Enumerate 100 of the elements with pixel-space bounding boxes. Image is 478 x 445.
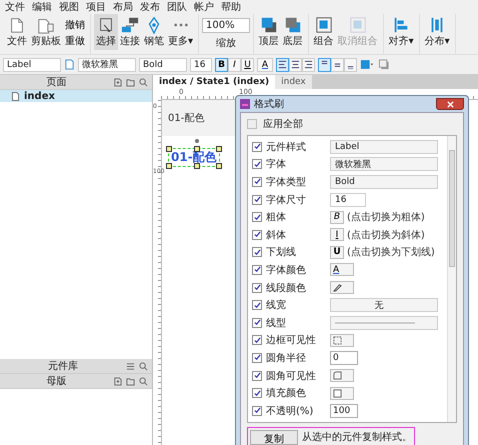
checkbox[interactable]	[247, 119, 257, 129]
font-size-dropdown[interactable]: 16	[330, 192, 366, 207]
menu-item[interactable]: 帮助	[219, 0, 243, 14]
align-button[interactable]	[289, 58, 302, 72]
toolbar-button[interactable]: 分布▾	[422, 14, 452, 50]
resize-handle[interactable]	[194, 163, 200, 169]
toolbar-button[interactable]: 底层	[280, 14, 305, 50]
checkbox[interactable]	[252, 194, 262, 205]
font-weight-dropdown[interactable]: Bold	[139, 58, 187, 72]
toolbar-button[interactable]: 对齐▾	[386, 14, 416, 50]
toolbar-button[interactable]: 更多▾	[166, 14, 196, 50]
menu-item[interactable]: 视图	[57, 0, 81, 14]
property-dropdown[interactable]: Label	[330, 140, 438, 154]
menu-item[interactable]: 布局	[111, 0, 135, 14]
add-master-icon[interactable]	[113, 376, 122, 386]
resize-handle[interactable]	[194, 146, 200, 152]
font-color-picker[interactable]: A	[330, 263, 354, 276]
rotate-handle[interactable]	[195, 139, 199, 143]
close-button[interactable]	[436, 98, 464, 110]
clipboard-icon	[38, 19, 54, 34]
menu-icon[interactable]	[126, 362, 135, 370]
toolbar-button[interactable]: 连接	[118, 14, 142, 50]
scrollbar[interactable]	[447, 136, 456, 422]
text-style-button[interactable]: I	[228, 58, 241, 72]
toolbar-button[interactable]: 组合	[312, 14, 336, 50]
line-color-picker[interactable]	[330, 281, 354, 294]
font-size-dropdown[interactable]: 16	[190, 58, 212, 72]
style-dropdown[interactable]: Label	[3, 58, 61, 72]
resize-handle[interactable]	[216, 163, 222, 169]
checkbox[interactable]	[252, 176, 262, 187]
border-picker[interactable]	[330, 334, 354, 347]
checkbox[interactable]	[252, 370, 262, 381]
checkbox[interactable]	[252, 230, 262, 240]
checkbox[interactable]	[252, 388, 262, 398]
checkbox[interactable]	[252, 282, 262, 293]
valign-button[interactable]	[318, 58, 331, 72]
checkbox[interactable]	[252, 406, 262, 416]
resize-handle[interactable]	[216, 146, 222, 152]
checkbox[interactable]	[252, 159, 262, 170]
menu-item[interactable]: 文件	[3, 0, 27, 14]
selected-label[interactable]: 01-配色	[171, 150, 217, 164]
toggle-button[interactable]: U	[330, 246, 344, 259]
canvas-tab[interactable]: index	[275, 75, 312, 89]
property-dropdown[interactable]: 微软雅黑	[330, 157, 438, 172]
fill-color-picker[interactable]	[330, 386, 354, 400]
toggle-hint: (点击切换为粗体)	[347, 210, 425, 224]
toolbar-button[interactable]: 顶层	[256, 14, 281, 50]
canvas-tab[interactable]: index / State1 (index)	[153, 75, 276, 89]
history-button[interactable]: 撤销	[63, 18, 87, 32]
history-button[interactable]: 重做	[63, 34, 87, 48]
copy-button[interactable]: 复制	[250, 430, 298, 444]
pen-icon	[148, 16, 160, 34]
checkbox[interactable]	[252, 318, 262, 328]
menu-item[interactable]: 团队	[165, 0, 189, 14]
toolbar-button[interactable]: 选择	[94, 14, 118, 50]
toggle-hint: (点击切换为下划线)	[347, 246, 435, 260]
checkbox-label: 应用全部	[263, 118, 304, 131]
corner-picker[interactable]	[330, 369, 354, 382]
checkbox[interactable]	[252, 300, 262, 310]
align-button[interactable]	[302, 58, 315, 72]
checkbox[interactable]	[252, 212, 262, 222]
menu-item[interactable]: 发布	[138, 0, 162, 14]
text-style-button[interactable]: B	[215, 58, 228, 72]
checkbox[interactable]	[252, 247, 262, 258]
resize-handle[interactable]	[166, 163, 172, 169]
toolbar-button[interactable]: 剪贴板	[29, 14, 63, 50]
menu-item[interactable]: 编辑	[30, 0, 54, 14]
checkbox[interactable]	[252, 264, 262, 275]
search-icon[interactable]	[139, 362, 148, 370]
checkbox[interactable]	[252, 335, 262, 346]
folder-icon[interactable]	[126, 78, 135, 86]
menu-item[interactable]: 项目	[84, 0, 108, 14]
number-field[interactable]: 0	[330, 350, 358, 365]
search-icon[interactable]	[139, 78, 148, 86]
valign-button[interactable]	[331, 58, 344, 72]
font-color-button[interactable]: A	[257, 58, 273, 72]
search-icon[interactable]	[139, 376, 148, 386]
font-dropdown[interactable]: 微软雅黑	[78, 58, 136, 72]
property-dropdown[interactable]: 无	[330, 298, 438, 312]
valign-button[interactable]	[344, 58, 357, 72]
align-button[interactable]	[276, 58, 289, 72]
text-style-button[interactable]: U	[241, 58, 254, 72]
number-field[interactable]: 100	[330, 404, 358, 418]
checkbox[interactable]	[252, 352, 262, 363]
add-page-icon[interactable]	[113, 78, 122, 86]
bring-front-icon	[261, 18, 276, 32]
toolbar-button[interactable]: 钢笔	[142, 14, 166, 50]
property-label: 粗体	[266, 211, 287, 224]
toolbar-button[interactable]: 文件	[5, 14, 29, 50]
zoom-dropdown[interactable]: 100%	[202, 18, 250, 33]
resize-handle[interactable]	[166, 146, 172, 152]
checkbox[interactable]	[252, 142, 262, 152]
property-label: 线宽	[266, 298, 287, 312]
toggle-button[interactable]: B	[330, 210, 344, 224]
property-dropdown[interactable]: Bold	[330, 174, 438, 189]
page-item[interactable]: index	[0, 90, 152, 102]
folder-icon[interactable]	[126, 376, 135, 386]
toggle-button[interactable]: I	[330, 228, 344, 242]
line-sample-icon	[335, 320, 415, 325]
menu-item[interactable]: 帐户	[192, 0, 216, 14]
